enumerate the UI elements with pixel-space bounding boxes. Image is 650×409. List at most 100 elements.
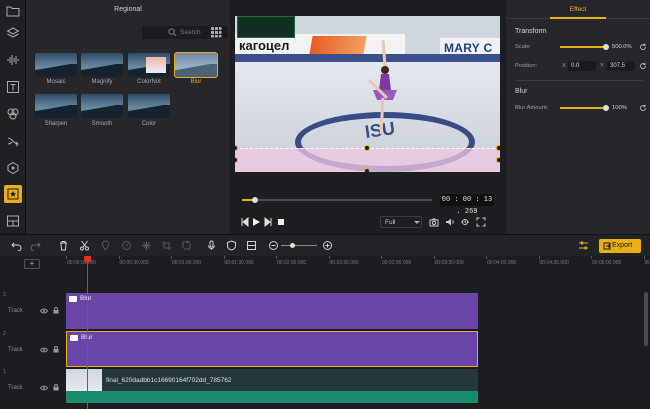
pos-y-label: Y — [600, 63, 604, 69]
settings-sliders-icon[interactable] — [578, 240, 589, 251]
effect-clip-selected[interactable]: Blur — [66, 331, 478, 367]
prev-frame-icon[interactable] — [240, 217, 250, 227]
timecode-display: 00 : 00 : 13 . 269 — [440, 194, 494, 216]
volume-icon[interactable] — [445, 217, 455, 227]
scale-slider-handle[interactable] — [603, 44, 609, 50]
eye-icon[interactable] — [40, 347, 48, 353]
shield-icon[interactable] — [226, 240, 237, 251]
split-track-icon[interactable] — [246, 240, 257, 251]
effect-label: Blur — [190, 79, 202, 85]
freeze-icon[interactable] — [141, 240, 152, 251]
video-preview[interactable]: кагоцел MARY C ISU — [235, 16, 500, 172]
track-header: 1 Track — [0, 367, 64, 405]
effect-thumb-blur[interactable] — [174, 52, 218, 78]
add-track-button[interactable]: + — [24, 259, 40, 269]
export-icon — [603, 242, 611, 250]
seek-handle[interactable] — [252, 197, 259, 203]
element-icon[interactable] — [4, 159, 22, 177]
seek-bar[interactable] — [242, 197, 432, 203]
effect-thumb-smooth[interactable] — [81, 94, 123, 118]
eye-icon[interactable] — [40, 385, 48, 391]
track-name: Track — [8, 347, 23, 353]
snapshot-icon[interactable] — [429, 217, 439, 227]
crop-icon[interactable] — [161, 240, 172, 251]
region-handle[interactable] — [364, 145, 370, 151]
preview-panel: кагоцел MARY C ISU — [230, 0, 506, 234]
effect-clip[interactable]: Blur — [66, 293, 478, 329]
timeline-scrollbar[interactable] — [644, 292, 648, 346]
split-screen-icon[interactable] — [4, 212, 22, 230]
effect-thumb-sharpen[interactable] — [35, 94, 77, 118]
cut-icon[interactable] — [79, 240, 90, 251]
video-clip[interactable]: final_620dadbb1c16690164f702dd_785762 — [66, 369, 478, 403]
lock-icon[interactable] — [53, 384, 59, 391]
eye-icon[interactable] — [40, 308, 48, 314]
next-frame-icon[interactable] — [263, 217, 273, 227]
timeline-tracks: 3 Track Blur 2 Track Blur 1 Track fin — [0, 270, 650, 409]
folder-icon[interactable] — [4, 2, 22, 20]
ruler-tick-mark — [591, 256, 592, 259]
export-label: Export — [612, 242, 633, 249]
ruler-tick-label: 00:00:30.000 — [119, 260, 149, 266]
stop-icon[interactable] — [276, 217, 286, 227]
effect-label: Magnify — [91, 79, 113, 85]
lock-icon[interactable] — [53, 346, 59, 353]
filters-icon[interactable] — [4, 105, 22, 123]
blur-slider-handle[interactable] — [603, 105, 609, 111]
speed-icon[interactable] — [121, 240, 132, 251]
text-icon[interactable] — [4, 78, 22, 96]
effect-thumb-colornot[interactable] — [128, 53, 170, 77]
position-label: Position: — [515, 63, 538, 69]
effect-clip-icon — [70, 335, 78, 341]
redo-icon[interactable] — [30, 240, 41, 251]
ruler-tick-mark — [381, 256, 382, 259]
effect-thumb-color[interactable] — [128, 94, 170, 118]
blur-amount-slider[interactable] — [560, 105, 609, 111]
playhead[interactable] — [87, 258, 88, 409]
track-number: 3 — [3, 292, 6, 298]
reset-blur-icon[interactable] — [639, 104, 647, 112]
reset-scale-icon[interactable] — [639, 43, 647, 51]
edit-toolbar: Export — [0, 234, 650, 256]
timeline-ruler[interactable]: + 00:00:00.000 00:00:30.000 00:01:00.000 00… — [0, 256, 650, 270]
timeline-zoom-handle[interactable] — [289, 243, 295, 248]
ruler-tick-label: 00:01:00.000 — [172, 260, 202, 266]
ruler-tick-mark — [276, 256, 277, 259]
properties-panel: Effect Transform Scale: 500.0% Position:… — [506, 0, 650, 234]
microphone-icon[interactable] — [206, 240, 217, 251]
pos-y-input[interactable]: 307.5 — [607, 61, 635, 71]
grid-view-icon[interactable] — [210, 26, 222, 38]
delete-icon[interactable] — [58, 240, 69, 251]
blur-heading: Blur — [515, 88, 528, 95]
layers-icon[interactable] — [4, 24, 22, 42]
effect-thumb-magnify[interactable] — [81, 53, 123, 77]
zoom-in-icon[interactable] — [322, 240, 333, 251]
ruler-tick-label: 00:04:30.000 — [539, 260, 569, 266]
play-icon[interactable] — [251, 217, 261, 227]
section-divider — [515, 80, 643, 81]
track-name: Track — [8, 308, 23, 314]
rotate-icon[interactable] — [181, 240, 192, 251]
export-button[interactable]: Export — [599, 239, 641, 253]
playback-speed-icon[interactable] — [460, 217, 470, 227]
region-handle[interactable] — [364, 168, 370, 172]
fullscreen-icon[interactable] — [476, 217, 486, 227]
marker-icon[interactable] — [100, 240, 111, 251]
ruler-tick-label: 00:02:30.000 — [329, 260, 359, 266]
tab-effect[interactable]: Effect — [506, 6, 650, 13]
transition-icon[interactable] — [4, 132, 22, 150]
audio-wave-icon[interactable] — [4, 51, 22, 69]
region-handle[interactable] — [496, 157, 500, 163]
reset-position-icon[interactable] — [639, 62, 647, 70]
region-handle[interactable] — [496, 145, 500, 151]
scale-slider[interactable] — [560, 44, 609, 50]
undo-icon[interactable] — [11, 240, 22, 251]
pos-x-input[interactable]: 0.0 — [568, 61, 596, 71]
effects-icon[interactable] — [4, 185, 22, 203]
zoom-out-icon[interactable] — [268, 240, 279, 251]
timeline-zoom-slider[interactable] — [281, 245, 317, 246]
lock-icon[interactable] — [53, 307, 59, 314]
zoom-select[interactable]: Full — [380, 216, 422, 228]
effect-thumb-mosaic[interactable] — [35, 53, 77, 77]
ruler-tick-label: 00:02:00.000 — [277, 260, 307, 266]
